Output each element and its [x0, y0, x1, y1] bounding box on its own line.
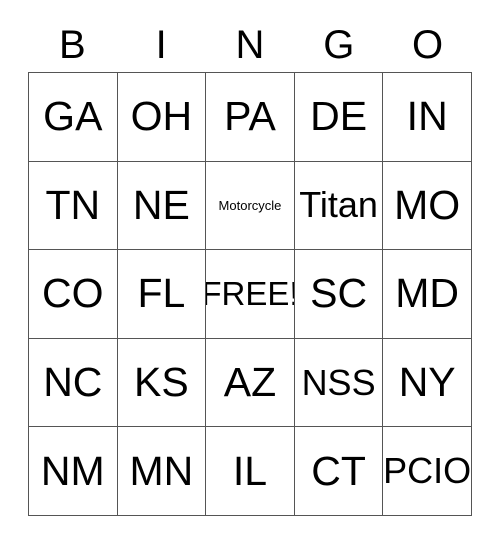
- bingo-cell-label: FL: [137, 270, 186, 317]
- bingo-cell-b3[interactable]: CO: [29, 250, 118, 339]
- bingo-cell-i1[interactable]: OH: [117, 73, 207, 162]
- bingo-cell-o2[interactable]: MO: [383, 161, 472, 251]
- bingo-cell-label: CO: [42, 270, 104, 317]
- bingo-cell-label: NSS: [301, 361, 376, 403]
- bingo-cell-o1[interactable]: IN: [383, 73, 472, 162]
- bingo-cell-n5[interactable]: IL: [206, 427, 295, 516]
- bingo-row-2: TN NE Motorcycle Titan MO: [29, 161, 472, 251]
- bingo-cell-label: MO: [394, 181, 461, 228]
- bingo-cell-o3[interactable]: MD: [383, 250, 472, 339]
- bingo-cell-label: IN: [406, 93, 448, 140]
- bingo-cell-label: MN: [129, 447, 194, 494]
- bingo-row-4: NC KS AZ NSS NY: [29, 338, 472, 428]
- bingo-header-letter-b: B: [59, 23, 86, 67]
- bingo-free-space-label: FREE!: [206, 275, 295, 313]
- bingo-cell-label: NC: [43, 359, 103, 406]
- bingo-cell-label: NY: [398, 359, 456, 406]
- bingo-cell-label: DE: [310, 93, 368, 140]
- bingo-cell-i3[interactable]: FL: [117, 250, 207, 339]
- bingo-cell-label: SC: [310, 270, 368, 317]
- bingo-cell-g4[interactable]: NSS: [294, 338, 384, 428]
- bingo-row-3: CO FL FREE! SC MD: [29, 250, 472, 339]
- bingo-header-row: B I N G O: [28, 18, 472, 72]
- bingo-card: B I N G O GA OH PA DE IN TN NE Motorcycl…: [28, 18, 472, 516]
- bingo-header-letter-i: I: [155, 23, 167, 67]
- bingo-cell-label: GA: [43, 93, 103, 140]
- bingo-header-letter-n: N: [235, 23, 265, 67]
- bingo-cell-b2[interactable]: TN: [29, 161, 118, 251]
- bingo-cell-label: IL: [232, 447, 268, 494]
- bingo-cell-i2[interactable]: NE: [117, 161, 207, 251]
- bingo-cell-label: OH: [130, 93, 193, 140]
- bingo-cell-label: PCIO: [383, 450, 472, 492]
- bingo-cell-o5[interactable]: PCIO: [383, 427, 472, 516]
- bingo-cell-label: Titan: [299, 184, 378, 226]
- bingo-grid: GA OH PA DE IN TN NE Motorcycle Titan MO…: [28, 72, 472, 516]
- bingo-cell-n1[interactable]: PA: [206, 73, 295, 162]
- bingo-row-1: GA OH PA DE IN: [29, 73, 472, 162]
- bingo-cell-label: MD: [395, 270, 460, 317]
- bingo-cell-b1[interactable]: GA: [29, 73, 118, 162]
- bingo-cell-g2[interactable]: Titan: [294, 161, 384, 251]
- bingo-cell-label: PA: [224, 93, 276, 140]
- bingo-cell-i5[interactable]: MN: [117, 427, 207, 516]
- bingo-cell-free-space[interactable]: FREE!: [206, 250, 295, 339]
- bingo-cell-label: KS: [134, 359, 189, 406]
- bingo-cell-label: Motorcycle: [218, 197, 282, 213]
- bingo-header-letter-o: O: [412, 23, 444, 67]
- bingo-cell-label: AZ: [223, 359, 277, 406]
- bingo-cell-g1[interactable]: DE: [294, 73, 384, 162]
- bingo-cell-label: CT: [311, 447, 366, 494]
- bingo-cell-label: NM: [40, 447, 105, 494]
- bingo-header-letter-g: G: [323, 23, 355, 67]
- bingo-cell-b5[interactable]: NM: [29, 427, 118, 516]
- bingo-cell-n2[interactable]: Motorcycle: [206, 161, 295, 251]
- bingo-cell-g5[interactable]: CT: [294, 427, 384, 516]
- bingo-cell-label: TN: [45, 181, 101, 228]
- bingo-row-5: NM MN IL CT PCIO: [29, 427, 472, 516]
- bingo-cell-i4[interactable]: KS: [117, 338, 207, 428]
- bingo-cell-o4[interactable]: NY: [383, 338, 472, 428]
- bingo-cell-b4[interactable]: NC: [29, 338, 118, 428]
- bingo-cell-g3[interactable]: SC: [294, 250, 384, 339]
- bingo-cell-n4[interactable]: AZ: [206, 338, 295, 428]
- bingo-cell-label: NE: [132, 181, 190, 228]
